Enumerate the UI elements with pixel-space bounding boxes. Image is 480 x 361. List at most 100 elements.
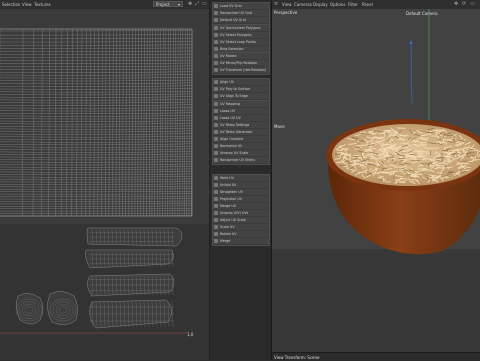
tool-label: Randomize UV Grid — [220, 11, 252, 15]
vp-menu-options[interactable]: Options — [330, 2, 345, 7]
tool-button[interactable]: UV Rotate — [213, 53, 269, 60]
tool-label: Rotate UV — [220, 232, 237, 236]
tool-label: UV Quickselect Polygons — [220, 26, 261, 30]
uv-island-area[interactable] — [0, 224, 209, 360]
uv-tools-panel: Load UV Grid Randomize UV Grid Default UV … — [210, 0, 272, 360]
tool-button[interactable]: Rotate UV — [213, 231, 269, 238]
tool-icon — [214, 33, 218, 37]
tool-icon — [214, 218, 218, 222]
tool-icon — [214, 176, 218, 180]
tool-icon — [214, 232, 218, 236]
tool-label: Load UV Grid — [220, 4, 242, 8]
tool-button[interactable]: UV Align To Edge — [213, 93, 269, 100]
menu-selection[interactable]: Selection — [2, 2, 20, 7]
uv-wireframe — [0, 9, 209, 224]
tool-label: UV Transform (Hot Rotation) — [220, 68, 266, 72]
tool-label: Lasso UV — [220, 109, 235, 113]
vp-menu-panel[interactable]: Panel — [362, 2, 373, 7]
tool-button[interactable]: UV Quickselect Polygons — [213, 25, 269, 32]
tool-button[interactable]: UV Poly to Surface — [213, 86, 269, 93]
tool-button[interactable]: Merge — [213, 238, 269, 245]
tool-icon — [214, 18, 218, 22]
tool-icon — [214, 225, 218, 229]
status-text: View Transform: Scene — [274, 355, 319, 360]
rotate-view-icon[interactable]: ⟳ — [462, 2, 467, 7]
tool-button[interactable]: Unwrap UV Scale — [213, 150, 269, 157]
menu-textures[interactable]: Textures — [34, 2, 51, 7]
tool-button[interactable]: UV Relax Generator — [213, 129, 269, 136]
tool-button[interactable]: Lasso UV UV — [213, 115, 269, 122]
tool-icon — [214, 40, 218, 44]
menu-view[interactable]: View — [22, 2, 32, 7]
tool-icon — [214, 197, 218, 201]
tool-button[interactable]: Randomize UV Shells — [213, 157, 269, 164]
tool-button[interactable]: UV Relax Settings — [213, 122, 269, 129]
viewport-canvas[interactable]: Perspective Default Camera Move — [272, 9, 480, 352]
tool-button[interactable]: UV Mapping — [213, 101, 269, 108]
tool-icon — [214, 87, 218, 91]
tool-button[interactable]: Unfold UV — [213, 182, 269, 189]
tool-button[interactable]: Load UV Grid — [213, 3, 269, 10]
floor-plane — [272, 249, 480, 352]
move-view-icon[interactable]: ✥ — [454, 2, 459, 7]
vp-menu-view[interactable]: View — [282, 2, 292, 7]
tool-button[interactable]: Projection UV — [213, 196, 269, 203]
perspective-label: Perspective — [274, 10, 297, 15]
tool-label: Unwrap (UV) UVs — [220, 211, 248, 215]
tool-button[interactable]: Unwrap (UV) UVs — [213, 210, 269, 217]
tool-button[interactable]: Normalize UV — [213, 143, 269, 150]
tool-icon — [214, 102, 218, 106]
tool-icon — [214, 211, 218, 215]
tool-button[interactable]: Straighten UV — [213, 189, 269, 196]
tool-label: UV Relax Generator — [220, 130, 253, 134]
tool-button[interactable]: UV Select Loop Points — [213, 39, 269, 46]
tool-label: UV Select Polygons — [220, 33, 252, 37]
vp-menu-filter[interactable]: Filter — [348, 2, 358, 7]
tool-icon — [214, 204, 218, 208]
tool-button[interactable]: Align Unrolled — [213, 136, 269, 143]
tool-group-1: Load UV Grid Randomize UV Grid Default UV … — [212, 2, 270, 25]
tool-icon — [214, 137, 218, 141]
vp-menu-display[interactable]: Display — [313, 2, 328, 7]
tool-icon — [214, 158, 218, 162]
tool-group-2: UV Quickselect Polygons UV Select Polygon… — [212, 24, 270, 54]
tool-icon — [214, 26, 218, 30]
tool-icon — [214, 123, 218, 127]
tool-button[interactable]: Align UV — [213, 79, 269, 86]
tool-button[interactable]: Default UV Grid — [213, 17, 269, 24]
tool-button[interactable]: Scale UV — [213, 224, 269, 231]
tool-button[interactable]: UV Mirror/Flip Rotation — [213, 60, 269, 67]
move-label: Move — [274, 124, 285, 129]
tool-label: Unfold UV — [220, 183, 236, 187]
camera-label[interactable]: Default Camera — [406, 11, 438, 16]
tool-icon — [214, 190, 218, 194]
project-dropdown-value: Project — [156, 2, 170, 7]
uv-texture-grid[interactable] — [0, 9, 209, 224]
uv-border-line — [0, 332, 209, 335]
scene-render — [272, 9, 480, 352]
tool-icon — [214, 109, 218, 113]
tool-button[interactable]: UV Select Polygons — [213, 32, 269, 39]
crosshair-icon[interactable]: ✥ — [188, 2, 193, 7]
tool-button[interactable]: Randomize UV Grid — [213, 10, 269, 17]
tool-label: Unwrap UV Scale — [220, 151, 248, 155]
tool-icon — [214, 130, 218, 134]
expand-icon[interactable]: ⤢ — [195, 2, 200, 7]
tool-icon — [214, 54, 218, 58]
chevron-down-icon: ▾ — [178, 2, 180, 8]
menu-toggle-icon[interactable]: ≡ — [274, 2, 279, 7]
vp-menu-cameras[interactable]: Cameras — [294, 2, 312, 7]
uv-islands — [0, 224, 209, 360]
project-dropdown[interactable]: Project ▾ — [153, 1, 183, 7]
tool-button[interactable]: Adjust UV Scale — [213, 217, 269, 224]
tool-button[interactable]: Merge UV — [213, 203, 269, 210]
maximize-icon[interactable]: ▭ — [470, 2, 475, 7]
tool-button[interactable]: Lasso UV — [213, 108, 269, 115]
tool-label: Randomize UV Shells — [220, 158, 255, 162]
tool-button[interactable]: Weld UV — [213, 175, 269, 182]
tool-label: UV Poly to Surface — [220, 87, 250, 91]
tool-label: Align Unrolled — [220, 137, 243, 141]
tool-button[interactable]: UV Transform (Hot Rotation) — [213, 67, 269, 74]
tool-label: Lasso UV UV — [220, 116, 241, 120]
window-icon[interactable]: ▭ — [202, 2, 207, 7]
